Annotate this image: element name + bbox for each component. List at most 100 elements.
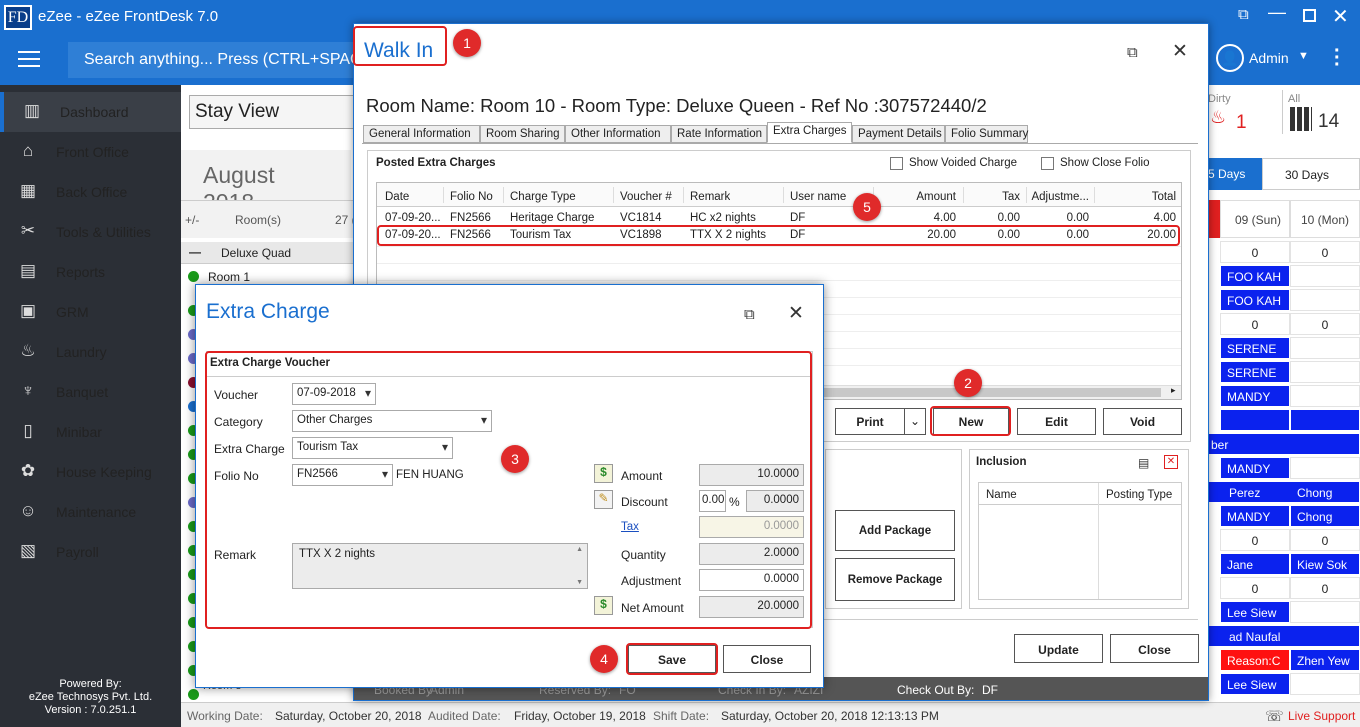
column-header[interactable]: Adjustme...: [1029, 191, 1089, 203]
booking-cell[interactable]: MANDY: [1220, 505, 1290, 527]
edit-button[interactable]: Edit: [1017, 408, 1096, 435]
scroll-right-icon[interactable]: ▸: [1171, 385, 1176, 396]
booking-cell[interactable]: ad Naufal: [1208, 625, 1360, 647]
close-icon[interactable]: ✕: [788, 302, 804, 325]
scroll-up-icon[interactable]: ▲: [576, 546, 583, 553]
maximize-icon[interactable]: [1303, 9, 1316, 22]
booking-cell[interactable]: [1290, 337, 1360, 359]
sidebar-item-house-keeping[interactable]: ✿ House Keeping: [0, 452, 181, 492]
discount-percent-field[interactable]: 0.00: [699, 490, 726, 512]
extra-charge-select[interactable]: Tourism Tax: [292, 437, 453, 459]
booking-cell[interactable]: SERENE: [1220, 337, 1290, 359]
folio-select[interactable]: FN2566: [292, 464, 393, 486]
booking-cell[interactable]: [1290, 265, 1360, 287]
column-header[interactable]: Remark: [690, 191, 730, 203]
remark-textarea[interactable]: TTX X 2 nights ▲ ▼: [292, 543, 588, 589]
column-header[interactable]: Amount: [896, 191, 956, 203]
tab-general-information[interactable]: General Information: [363, 125, 480, 143]
booking-cell[interactable]: [1290, 673, 1360, 695]
booking-cell[interactable]: MANDY: [1220, 385, 1290, 407]
user-menu[interactable]: 👤 Admin ▼: [1216, 44, 1326, 74]
column-header[interactable]: Date: [385, 191, 409, 203]
booking-cell[interactable]: [1290, 289, 1360, 311]
booking-cell[interactable]: [1290, 361, 1360, 383]
column-header[interactable]: Tax: [960, 191, 1020, 203]
booking-cell[interactable]: SERENE: [1220, 361, 1290, 383]
minimize-icon[interactable]: —: [1268, 2, 1286, 23]
global-search-input[interactable]: Search anything... Press (CTRL+SPACE: [68, 42, 368, 78]
translate-icon[interactable]: ⧉: [1238, 6, 1249, 23]
print-dropdown-icon[interactable]: ⌄: [904, 408, 926, 435]
translate-icon[interactable]: ⧉: [744, 306, 755, 323]
booking-cell[interactable]: Lee Siew: [1220, 673, 1290, 695]
booking-cell[interactable]: [1290, 457, 1360, 479]
show-voided-checkbox[interactable]: [890, 157, 903, 170]
sidebar-item-grm[interactable]: ▣ GRM: [0, 292, 181, 332]
booking-cell[interactable]: [1220, 409, 1290, 431]
column-header[interactable]: User name: [790, 191, 846, 203]
sidebar-item-payroll[interactable]: ▧ Payroll: [0, 532, 181, 572]
more-vert-icon[interactable]: · · ·: [1334, 41, 1341, 75]
sidebar-item-minibar[interactable]: ▯ Minibar: [0, 412, 181, 452]
update-button[interactable]: Update: [1014, 634, 1103, 663]
void-button[interactable]: Void: [1103, 408, 1182, 435]
booking-cell[interactable]: Jane: [1220, 553, 1290, 575]
booking-cell[interactable]: [1290, 409, 1360, 431]
sidebar-item-banquet[interactable]: ♆ Banquet: [0, 372, 181, 412]
booking-cell[interactable]: [1290, 385, 1360, 407]
sidebar-item-dashboard[interactable]: ▥ Dashboard: [0, 92, 181, 132]
net-amount-field[interactable]: 20.0000: [699, 596, 804, 618]
sidebar-item-reports[interactable]: ▤ Reports: [0, 252, 181, 292]
sidebar-item-back-office[interactable]: ▦ Back Office: [0, 172, 181, 212]
sidebar-item-laundry[interactable]: ♨ Laundry: [0, 332, 181, 372]
booking-cell[interactable]: Chong: [1290, 505, 1360, 527]
tab-extra-charges[interactable]: Extra Charges: [767, 122, 852, 143]
tax-field[interactable]: 0.0000: [699, 516, 804, 538]
booking-cell[interactable]: Perez Chong: [1208, 481, 1360, 503]
remove-package-button[interactable]: Remove Package: [835, 558, 955, 601]
discount-amount-field[interactable]: 0.0000: [746, 490, 804, 512]
add-package-button[interactable]: Add Package: [835, 510, 955, 551]
column-header[interactable]: Voucher #: [620, 191, 672, 203]
booking-cell[interactable]: Lee Siew: [1220, 601, 1290, 623]
booking-cell[interactable]: FOO KAH: [1220, 265, 1290, 287]
tax-link[interactable]: Tax: [621, 521, 639, 533]
voucher-date-picker[interactable]: 07-09-2018: [292, 383, 376, 405]
booking-cell[interactable]: Reason:C: [1220, 649, 1290, 671]
column-header[interactable]: Charge Type: [510, 191, 576, 203]
menu-icon[interactable]: [18, 51, 40, 67]
close-icon[interactable]: ✕: [1172, 40, 1188, 63]
remove-inclusion-icon[interactable]: ✕: [1164, 455, 1178, 469]
add-inclusion-icon[interactable]: ▤: [1138, 456, 1149, 470]
view-select[interactable]: Stay View: [189, 95, 359, 129]
quantity-field[interactable]: 2.0000: [699, 543, 804, 565]
live-support-link[interactable]: Live Support: [1288, 709, 1355, 723]
booking-cell[interactable]: ber: [1208, 433, 1360, 455]
sidebar-item-maintenance[interactable]: ☺ Maintenance: [0, 492, 181, 532]
days-tab-30[interactable]: 30 Days: [1262, 158, 1360, 190]
column-header[interactable]: Total: [1116, 191, 1176, 203]
column-header[interactable]: Folio No: [450, 191, 493, 203]
days-tab-selected[interactable]: 5 Days: [1208, 158, 1262, 190]
tab-room-sharing[interactable]: Room Sharing: [480, 125, 565, 143]
tab-payment-details[interactable]: Payment Details: [852, 125, 945, 143]
walkin-close-button[interactable]: Close: [1110, 634, 1199, 663]
print-button[interactable]: Print: [835, 408, 905, 435]
show-close-folio-checkbox[interactable]: [1041, 157, 1054, 170]
booking-cell[interactable]: [1290, 601, 1360, 623]
adjustment-field[interactable]: 0.0000: [699, 569, 804, 591]
booking-cell[interactable]: Kiew Sok: [1290, 553, 1360, 575]
category-select[interactable]: Other Charges: [292, 410, 492, 432]
tab-rate-information[interactable]: Rate Information: [671, 125, 767, 143]
expand-toggle[interactable]: +/-: [185, 213, 199, 227]
extra-close-button[interactable]: Close: [723, 645, 811, 673]
scroll-down-icon[interactable]: ▼: [576, 579, 583, 586]
tab-folio-summary[interactable]: Folio Summary: [945, 125, 1028, 143]
booking-cell[interactable]: MANDY: [1220, 457, 1290, 479]
translate-icon[interactable]: ⧉: [1127, 44, 1138, 61]
tab-other-information[interactable]: Other Information: [565, 125, 671, 143]
booking-cell[interactable]: FOO KAH: [1220, 289, 1290, 311]
close-window-icon[interactable]: ✕: [1332, 4, 1349, 29]
sidebar-item-tools-utilities[interactable]: ✂ Tools & Utilities: [0, 212, 181, 252]
sidebar-item-front-office[interactable]: ⌂ Front Office: [0, 132, 181, 172]
